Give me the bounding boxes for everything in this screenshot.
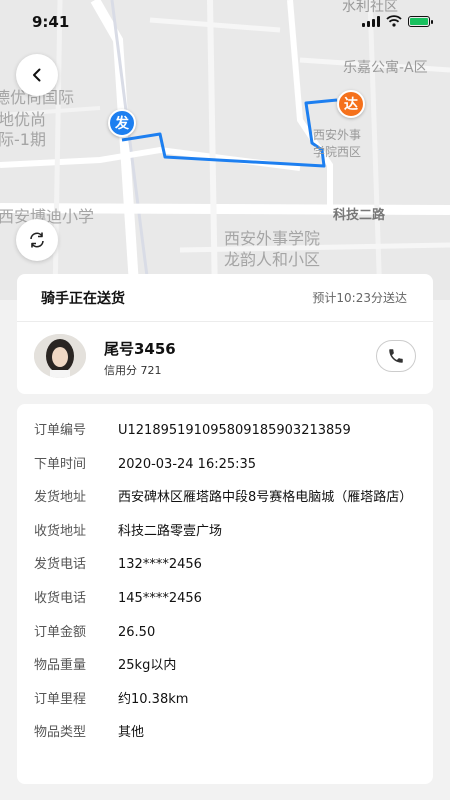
credit-value: 721 [140, 364, 162, 377]
detail-value: U1218951910958091859032138​59 [118, 423, 351, 438]
map-view[interactable]: 水利社区 乐嘉公寓-A区 德优尚国际 地优尚 际-1期 西安外事 学院西区 西安… [0, 0, 450, 300]
detail-label: 收货电话 [34, 590, 87, 606]
status-bar: 9:41 [0, 0, 450, 44]
map-label: 际-1期 [0, 130, 46, 149]
detail-label: 订单编号 [34, 423, 87, 438]
rider-info: 尾号3456 信用分 721 [17, 322, 433, 394]
delivery-status-card: 骑手正在送货 预计10:23分送达 尾号3456 信用分 721 [17, 274, 433, 394]
detail-label: 下单时间 [34, 456, 87, 472]
order-details-card: 订单编号 U1218951910958091859032138​59 下单时间 20… [17, 404, 433, 784]
detail-row-receiver-phone: 收货电话 145****2456 [17, 589, 433, 609]
start-marker: 发 [108, 109, 136, 137]
detail-row-item-weight: 物品重量 25kg以内 [17, 656, 433, 676]
detail-value: 其他 [118, 725, 145, 741]
detail-row-order-distance: 订单里程 约10.38km [17, 690, 433, 710]
detail-row-delivery-address: 收货地址 科技二路零壹广场 [17, 522, 433, 542]
detail-value: 132****2456 [118, 557, 202, 573]
end-marker: 达 [337, 90, 365, 118]
detail-row-item-type: 物品类型 其他 [17, 723, 433, 743]
detail-value: 26.50 [118, 624, 156, 640]
delivery-status-title: 骑手正在送货 [41, 290, 125, 307]
battery-icon [408, 15, 433, 27]
map-label: 乐嘉公寓-A区 [343, 60, 428, 76]
map-label: 科技二路 [333, 208, 386, 223]
detail-label: 发货电话 [34, 557, 87, 573]
detail-row-order-time: 下单时间 2020-03-24 16:25:35 [17, 455, 433, 475]
detail-value: 约10.38km [118, 691, 189, 707]
detail-row-order-number: 订单编号 U1218951910958091859032138​59 [17, 421, 433, 441]
detail-value: 25kg以内 [118, 658, 177, 674]
map-label: 学院西区 [313, 145, 362, 159]
map-label: 龙韵人和小区 [224, 250, 321, 269]
status-time: 9:41 [32, 13, 70, 31]
detail-label: 订单金额 [34, 624, 87, 640]
rider-name: 尾号3456 [104, 340, 176, 358]
call-rider-button[interactable] [376, 340, 416, 372]
detail-row-pickup-address: 发货地址 西安碑林区雁塔路中段8号赛格电脑城（雁塔路店） [17, 488, 433, 508]
rider-credit: 信用分 721 [104, 362, 162, 378]
delivery-eta: 预计10:23分送达 [312, 291, 407, 305]
refresh-icon [30, 232, 44, 248]
back-button[interactable] [16, 54, 58, 96]
map-label: 西安外事 [313, 128, 362, 142]
chevron-left-icon [33, 68, 41, 82]
credit-label: 信用分 [104, 364, 137, 377]
detail-value: 科技二路零壹广场 [118, 523, 223, 539]
detail-value: 145****2456 [118, 590, 202, 606]
detail-label: 物品重量 [34, 658, 87, 674]
detail-value: 2020-03-24 16:25:35 [118, 456, 257, 472]
detail-value: 西安碑林区雁塔路中段8号赛格电脑城（雁塔路店） [118, 490, 413, 506]
detail-row-sender-phone: 发货电话 132****2456 [17, 555, 433, 575]
rider-avatar-image [34, 334, 86, 378]
detail-label: 发货地址 [34, 490, 87, 506]
detail-label: 收货地址 [34, 523, 87, 539]
detail-row-order-amount: 订单金额 26.50 [17, 623, 433, 643]
detail-label: 物品类型 [34, 725, 87, 741]
wifi-icon [386, 15, 402, 27]
detail-label: 订单里程 [34, 691, 87, 707]
phone-icon [389, 349, 403, 363]
refresh-button[interactable] [16, 219, 58, 261]
avatar [34, 334, 86, 378]
signal-icon [362, 15, 380, 27]
